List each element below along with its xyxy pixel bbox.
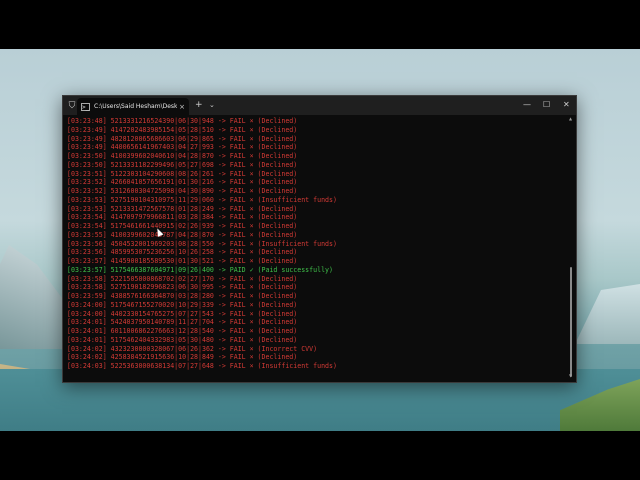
console-line-fail: [03:23:55] 4100399602040787|04|28|870 ->… [67, 230, 298, 239]
console-line-fail: [03:23:59] 4388576166364870|03|28|280 ->… [67, 292, 298, 300]
console-line-fail: [03:24:02] 4258384521915636|10|28|849 ->… [67, 353, 298, 362]
console-line-fail: [03:23:54] 4147097979966811|03|28|384 ->… [67, 213, 298, 222]
console-line-fail: [03:23:49] 4400656141967403|04|27|993 ->… [67, 143, 298, 152]
console-line-fail: [03:23:53] 5275190104310975|11|29|060 ->… [67, 195, 337, 204]
console-line-fail: [03:24:02] 4323230000328067|06|26|362 ->… [67, 344, 318, 353]
terminal-tab[interactable]: >_ C:\Users\Said Hesham\Desktc × [77, 98, 189, 115]
console-line-fail: [03:23:54] 5175461661440915|02|26|939 ->… [67, 222, 298, 230]
vertical-scrollbar[interactable]: ▲ ▼ [569, 117, 573, 379]
close-window-button[interactable]: ✕ [563, 100, 570, 110]
console-line-fail: [03:24:01] 6011006862276663|12|28|540 ->… [67, 327, 298, 335]
minimize-button[interactable]: — [523, 100, 531, 110]
console-line-fail: [03:23:50] 5213331182299496|05|27|698 ->… [67, 160, 298, 169]
tab-title: C:\Users\Said Hesham\Desktc [94, 103, 178, 110]
maximize-button[interactable]: ☐ [543, 100, 550, 110]
console-line-fail: [03:23:50] 4100399602040610|04|28|870 ->… [67, 152, 298, 160]
console-output[interactable]: [03:23:48] 5213331216524390|06|30|948 ->… [67, 117, 565, 379]
console-line-paid: [03:23:57] 5175466387604971|09|26|400 ->… [67, 265, 333, 274]
console-line-fail: [03:23:53] 5213331472567578|01|28|249 ->… [67, 204, 298, 213]
close-tab-icon[interactable]: × [179, 103, 185, 111]
console-line-fail: [03:24:01] 5175462404332983|05|30|480 ->… [67, 335, 298, 344]
console-line-fail: [03:23:56] 4504532001969203|08|28|550 ->… [67, 239, 337, 248]
console-line-fail: [03:23:52] 5312600304725098|04|30|890 ->… [67, 187, 298, 195]
shield-icon: ⛉ [68, 100, 76, 111]
console-line-fail: [03:23:57] 4145900185589530|01|30|521 ->… [67, 257, 298, 265]
console-line-fail: [03:24:03] 5225363000638134|07|27|648 ->… [67, 362, 337, 370]
scroll-thumb[interactable] [570, 267, 572, 377]
chevron-down-icon[interactable]: ⌄ [209, 100, 215, 110]
new-tab-button[interactable]: + [195, 100, 203, 110]
console-line-fail: [03:23:52] 4266041057656191|01|30|216 ->… [67, 178, 298, 187]
console-line-fail: [03:23:58] 5275190182996823|06|30|995 ->… [67, 283, 298, 292]
scroll-down-icon[interactable]: ▼ [569, 374, 572, 378]
console-line-fail: [03:23:48] 5213331216524390|06|30|948 ->… [67, 117, 298, 125]
console-line-fail: [03:24:01] 5424037950140789|11|27|704 ->… [67, 318, 298, 327]
terminal-window: ⛉ >_ C:\Users\Said Hesham\Desktc × + ⌄ —… [62, 95, 577, 383]
wallpaper-hill-right [575, 284, 640, 344]
console-line-fail: [03:24:00] 5175467155270020|10|29|339 ->… [67, 300, 298, 309]
console-line-fail: [03:23:58] 5221505000868702|02|27|170 ->… [67, 274, 298, 283]
title-bar[interactable]: ⛉ >_ C:\Users\Said Hesham\Desktc × + ⌄ —… [63, 96, 576, 115]
console-line-fail: [03:23:56] 4859953075236256|10|26|258 ->… [67, 248, 298, 257]
console-line-fail: [03:24:00] 4402330154765275|07|27|543 ->… [67, 309, 298, 318]
console-line-fail: [03:23:49] 4828120065686603|06|29|865 ->… [67, 134, 298, 143]
console-line-fail: [03:23:49] 4147202483985154|05|28|510 ->… [67, 125, 298, 134]
terminal-icon: >_ [81, 102, 90, 111]
scroll-up-icon[interactable]: ▲ [569, 117, 572, 121]
console-line-fail: [03:23:51] 5122303104290608|08|26|261 ->… [67, 169, 298, 178]
